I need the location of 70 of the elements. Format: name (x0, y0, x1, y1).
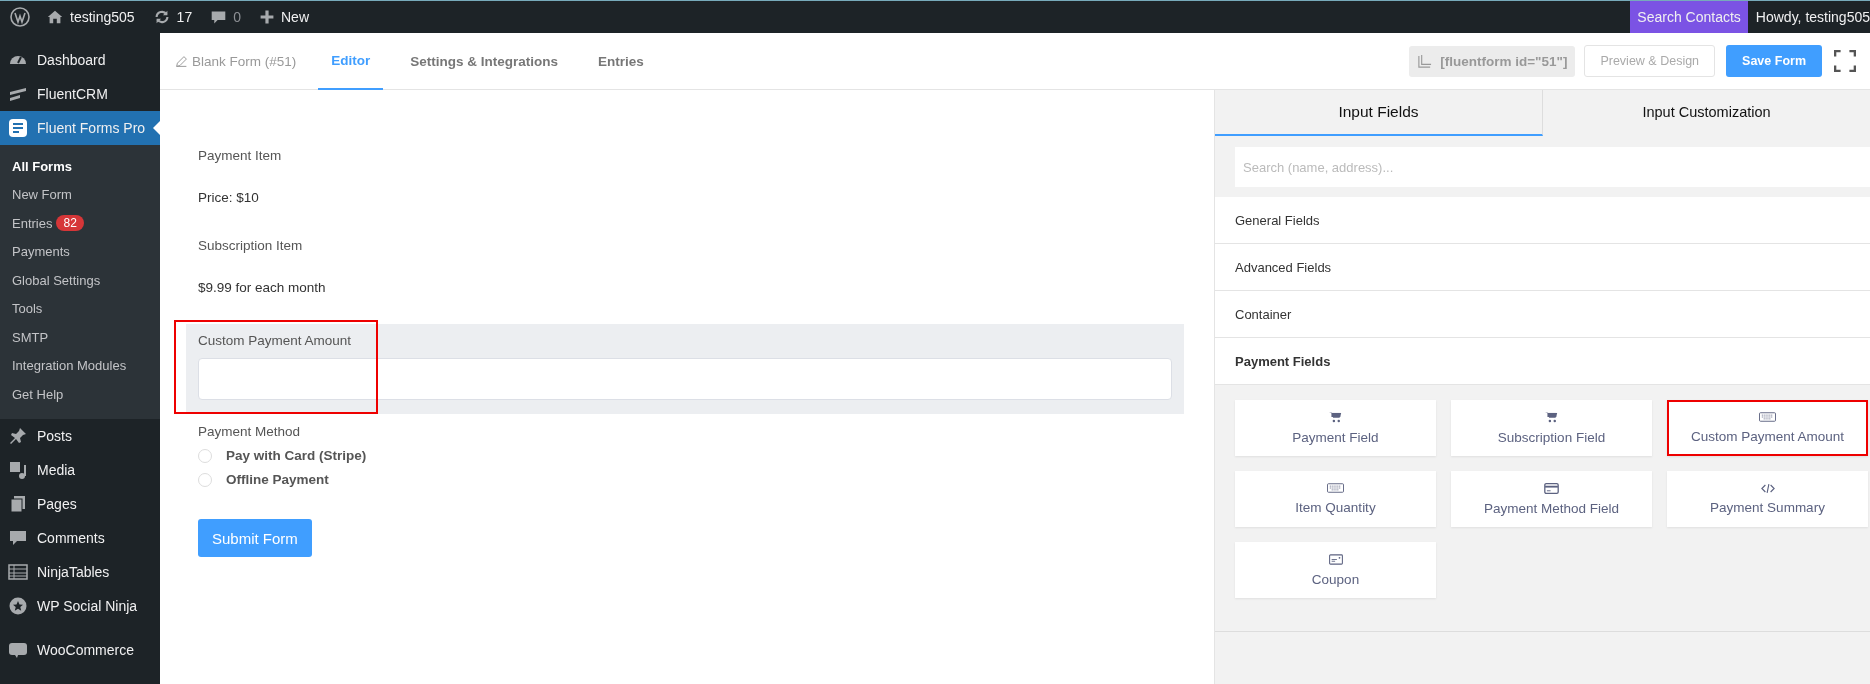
field-type-button[interactable]: Payment Field (1235, 400, 1436, 456)
field-label: Subscription Item (198, 238, 304, 253)
field-type-button[interactable]: Coupon (1235, 542, 1436, 598)
panel-tab[interactable]: Input Fields (1215, 90, 1543, 136)
submenu-item[interactable]: Entries (12, 215, 53, 231)
sidebar-item[interactable]: WP Social Ninja (0, 588, 160, 623)
updates-count[interactable]: 17 (176, 9, 193, 25)
new-link[interactable]: New (281, 9, 309, 25)
editor-tab[interactable]: Settings & Integrations (397, 32, 572, 90)
sidebar-item[interactable]: Dashboard (0, 43, 160, 77)
submenu-item[interactable]: Payments (12, 244, 70, 260)
sidebar-item[interactable]: Pages (0, 486, 160, 521)
section-header[interactable]: General Fields (1215, 197, 1870, 244)
submenu-item[interactable]: Get Help (12, 386, 64, 402)
sidebar-item[interactable]: Fluent Forms Pro (0, 111, 160, 145)
pin-icon (8, 425, 28, 446)
pages-icon (8, 493, 28, 514)
field-label: Custom Payment Amount (198, 333, 353, 348)
field-label: Payment Method (198, 424, 302, 439)
section-header[interactable]: Advanced Fields (1215, 244, 1870, 291)
keyboard-icon (1327, 483, 1344, 493)
code-icon (1760, 483, 1775, 493)
field-type-button[interactable]: Subscription Field (1451, 400, 1652, 456)
section-header[interactable]: Payment Fields (1215, 338, 1870, 385)
radio-label[interactable]: Offline Payment (226, 472, 329, 487)
cart-icon (1329, 411, 1342, 423)
submenu-item[interactable]: Integration Modules (12, 358, 127, 374)
sidebar-item[interactable]: WooCommerce (0, 632, 160, 667)
search-contacts-button[interactable]: Search Contacts (1630, 1, 1748, 33)
site-name-link[interactable]: testing505 (70, 9, 135, 25)
cart-icon (1545, 411, 1558, 423)
account-greeting[interactable]: Howdy, testing505 (1747, 9, 1870, 25)
panel-tab[interactable]: Input Customization (1543, 90, 1870, 136)
sidebar-item[interactable]: Posts (0, 418, 160, 453)
credit-card-icon (1544, 482, 1559, 494)
submenu-item[interactable]: SMTP (12, 329, 49, 345)
shortcode-text: [fluentform id="51"] (1440, 53, 1568, 69)
fullscreen-icon[interactable] (1834, 50, 1856, 72)
media-icon (8, 459, 28, 480)
sidebar-item[interactable]: Media (0, 452, 160, 487)
field-type-button[interactable]: Custom Payment Amount (1667, 400, 1868, 456)
radio-label[interactable]: Pay with Card (Stripe) (226, 448, 367, 463)
comments-count[interactable]: 0 (233, 9, 241, 25)
field-type-button[interactable]: Payment Method Field (1451, 471, 1652, 527)
home-icon[interactable] (46, 8, 64, 26)
field-label: Payment Item (198, 148, 283, 163)
search-field[interactable]: Search (name, address)... (1235, 147, 1870, 187)
submenu-item[interactable]: All Forms (12, 158, 72, 174)
keyboard-icon (1759, 412, 1776, 422)
table-icon (8, 561, 28, 582)
count-badge: 82 (56, 215, 84, 232)
sidebar-item[interactable]: Comments (0, 520, 160, 555)
sidebar-item[interactable]: FluentCRM (0, 77, 160, 111)
field-type-button[interactable]: Payment Summary (1667, 471, 1868, 527)
form-icon (8, 118, 28, 138)
sidebar-item[interactable]: NinjaTables (0, 554, 160, 589)
input-field[interactable] (198, 358, 1172, 400)
plus-icon[interactable] (259, 9, 275, 25)
editor-tab[interactable]: Entries (585, 32, 657, 90)
ticket-icon (1328, 553, 1343, 565)
submenu-item[interactable]: Tools (12, 301, 43, 317)
section-header[interactable]: Container (1215, 291, 1870, 338)
wordpress-logo-icon[interactable] (10, 7, 30, 27)
copy-icon (1417, 53, 1433, 69)
submenu-item[interactable]: New Form (12, 187, 72, 203)
field-value: Price: $10 (198, 190, 260, 205)
field-value: $9.99 for each month (198, 280, 327, 295)
submenu-item[interactable]: Global Settings (12, 272, 101, 288)
field-type-button[interactable]: Item Quantity (1235, 471, 1436, 527)
pencil-icon (175, 54, 188, 68)
